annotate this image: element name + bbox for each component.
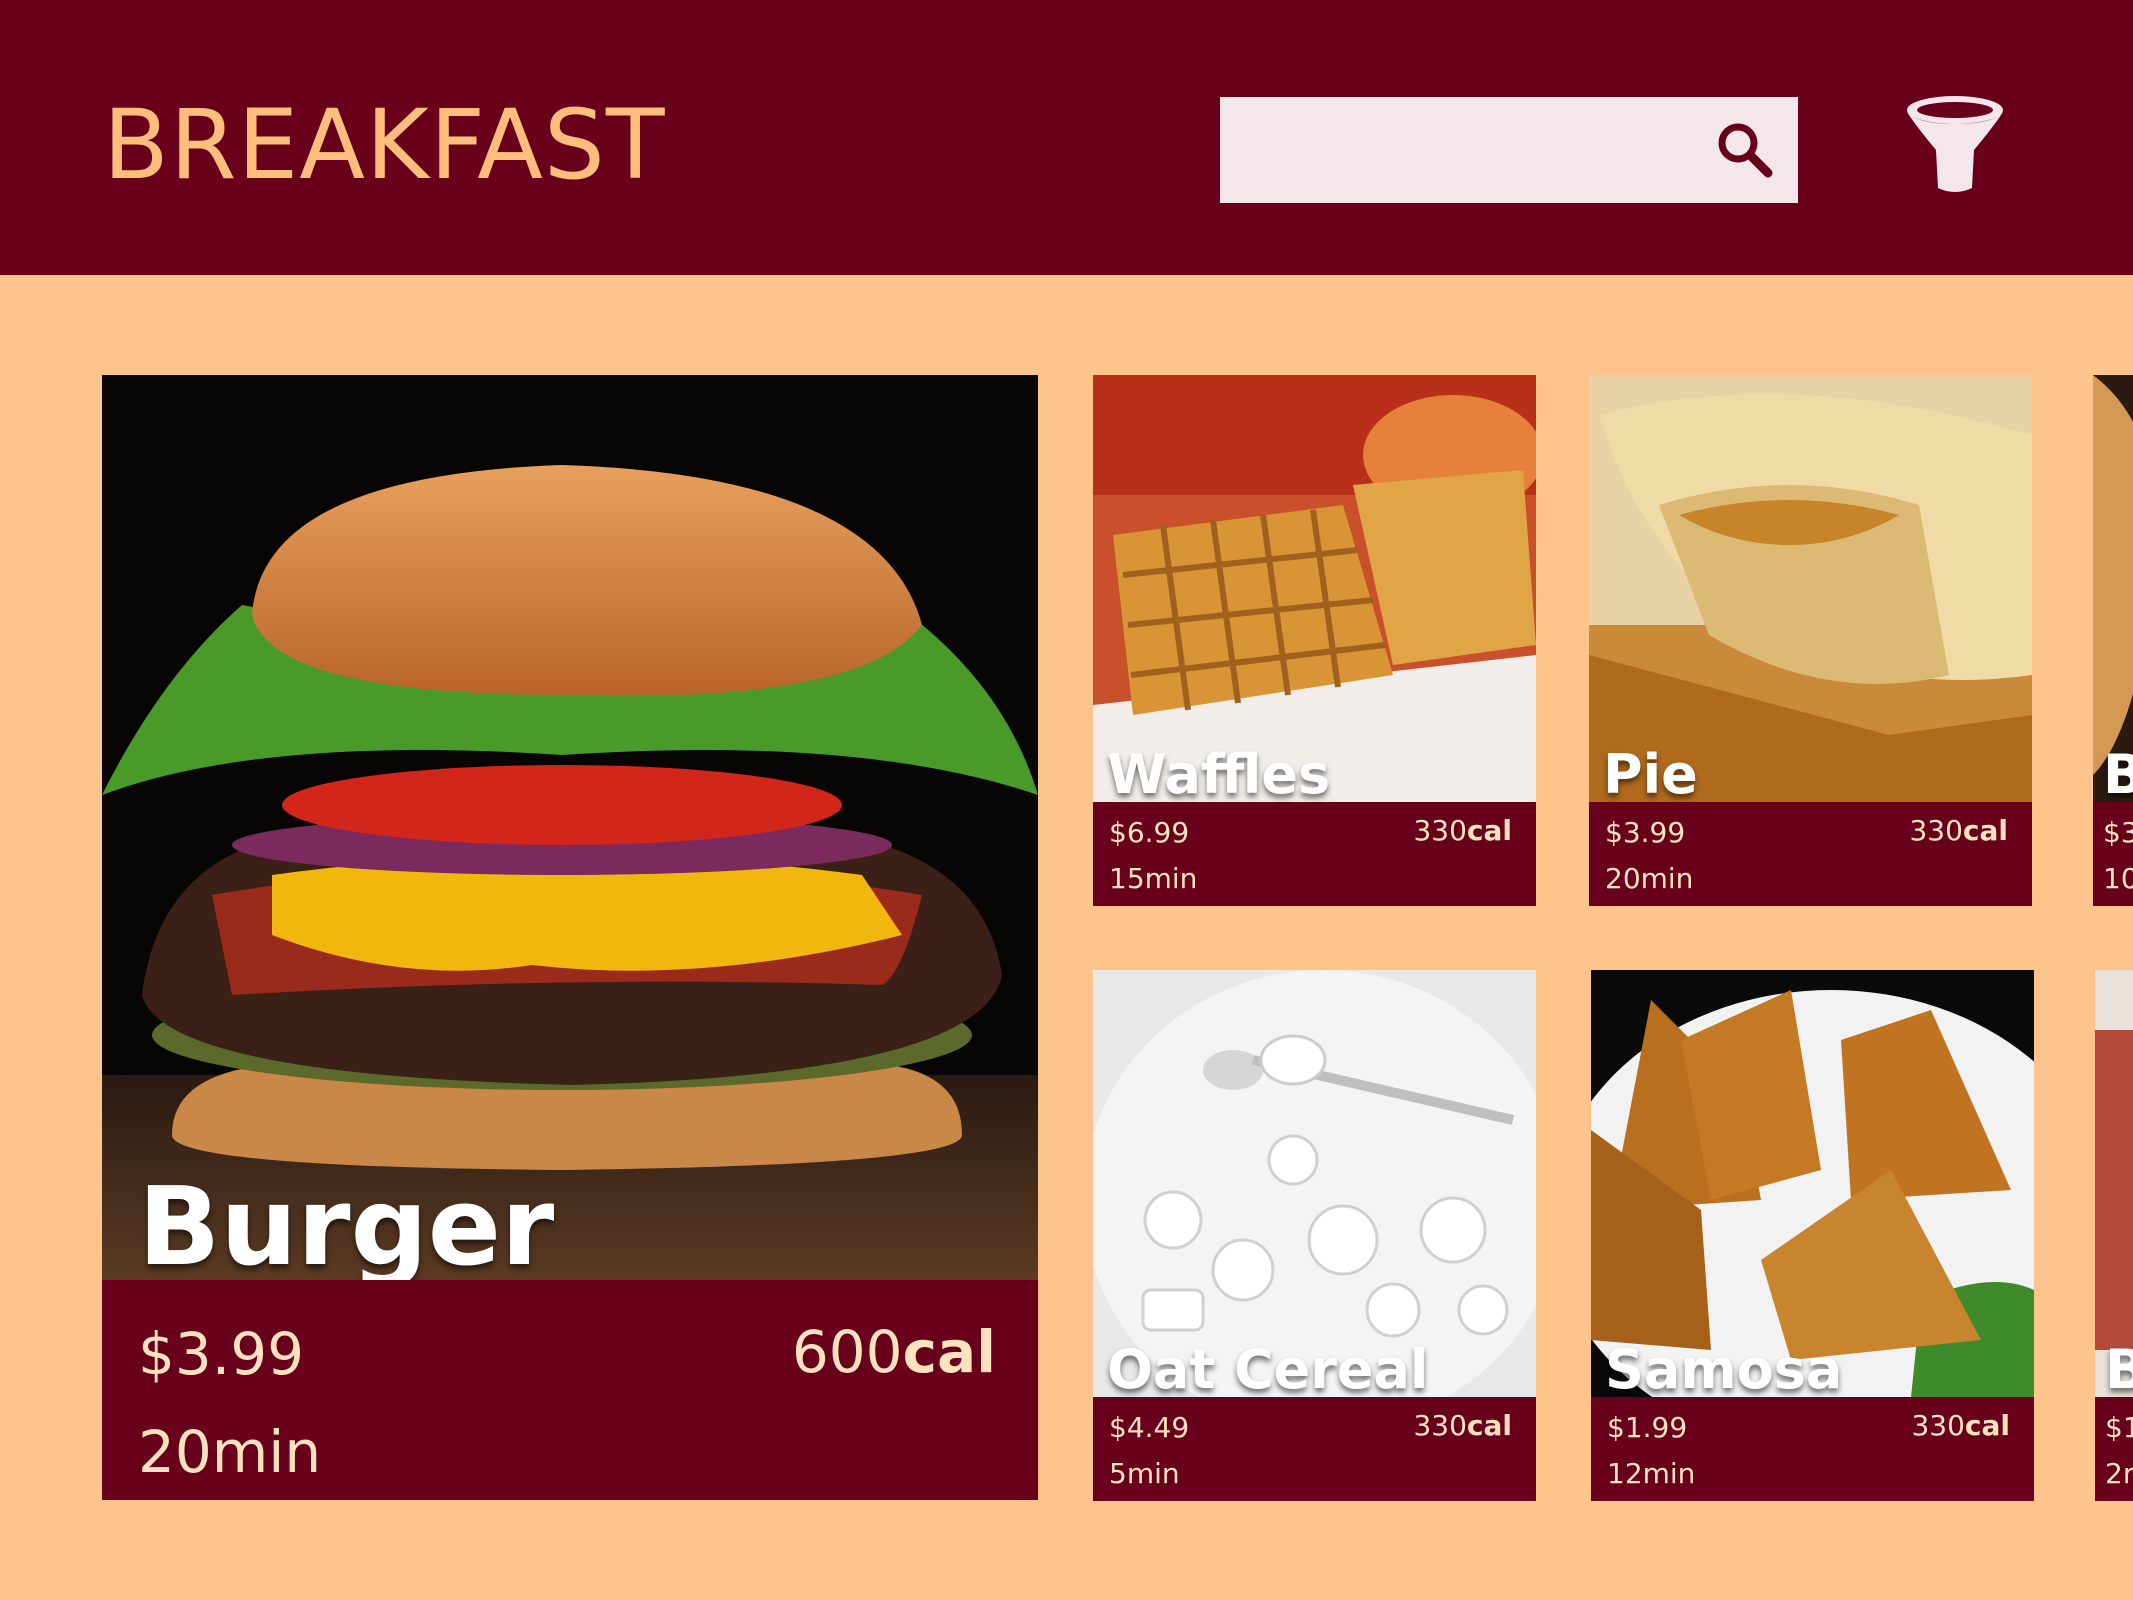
item-info-bar: $6.99 330cal 15min: [1093, 802, 1536, 906]
item-info-bar: $3.99 330cal 20min: [1589, 802, 2032, 906]
calories-value: 330: [1911, 1409, 1965, 1442]
calories-value: 330: [1909, 814, 1963, 847]
menu-item-partial[interactable]: B $1 2r: [2095, 970, 2133, 1501]
item-price: $6.99: [1109, 816, 1190, 849]
item-time: 10: [2103, 862, 2133, 895]
search-icon[interactable]: [1712, 117, 1776, 181]
burger-photo: [102, 375, 1038, 1280]
item-info-bar: $1 2r: [2095, 1397, 2133, 1501]
oat-cereal-photo: [1093, 970, 1536, 1397]
item-name: Waffles: [1107, 743, 1331, 806]
item-name: Burger: [138, 1165, 555, 1290]
calories-unit: cal: [1962, 814, 2008, 847]
menu-item-samosa[interactable]: Samosa $1.99 330cal 12min: [1591, 970, 2034, 1501]
samosa-photo: [1591, 970, 2034, 1397]
item-calories: 330cal: [1413, 1409, 1512, 1442]
item-time: 12min: [1607, 1457, 1696, 1490]
menu-item-pie[interactable]: Pie $3.99 330cal 20min: [1589, 375, 2032, 906]
app-header: BREAKFAST: [0, 0, 2133, 275]
calories-value: 330: [1413, 814, 1467, 847]
menu-item-waffles[interactable]: Waffles $6.99 330cal 15min: [1093, 375, 1536, 906]
search-box[interactable]: [1220, 97, 1798, 203]
item-calories: 330cal: [1413, 814, 1512, 847]
calories-unit: cal: [1466, 1409, 1512, 1442]
calories-value: 600: [791, 1318, 903, 1386]
calories-unit: cal: [1466, 814, 1512, 847]
menu-item-oat-cereal[interactable]: Oat Cereal $4.49 330cal 5min: [1093, 970, 1536, 1501]
item-calories: 600cal: [792, 1318, 996, 1386]
partial-photo: [2095, 970, 2133, 1397]
item-time: 5min: [1109, 1457, 1180, 1490]
calories-unit: cal: [902, 1318, 996, 1386]
item-time: 20min: [1605, 862, 1694, 895]
calories-unit: cal: [1964, 1409, 2010, 1442]
item-calories: 330cal: [1911, 1409, 2010, 1442]
item-name: Pie: [1603, 743, 1698, 806]
item-time: 2r: [2105, 1457, 2133, 1490]
item-name: B: [2105, 1338, 2133, 1401]
item-name: B: [2103, 743, 2133, 806]
item-name: Samosa: [1605, 1338, 1843, 1401]
filter-icon[interactable]: [1902, 92, 2008, 198]
item-calories: 330cal: [1909, 814, 2008, 847]
item-price: $1: [2105, 1411, 2133, 1444]
item-price: $1.99: [1607, 1411, 1688, 1444]
item-time: 15min: [1109, 862, 1198, 895]
partial-photo: [2093, 375, 2133, 802]
item-info-bar: $3.99 600cal 20min: [102, 1280, 1038, 1500]
item-info-bar: $1.99 330cal 12min: [1591, 1397, 2034, 1501]
pie-photo: [1589, 375, 2032, 802]
item-info-bar: $3 10: [2093, 802, 2133, 906]
item-info-bar: $4.49 330cal 5min: [1093, 1397, 1536, 1501]
item-price: $3.99: [138, 1320, 305, 1388]
item-price: $3: [2103, 816, 2133, 849]
menu-item-partial[interactable]: B $3 10: [2093, 375, 2133, 906]
featured-item-burger[interactable]: Burger $3.99 600cal 20min: [102, 375, 1038, 1500]
item-price: $4.49: [1109, 1411, 1190, 1444]
item-price: $3.99: [1605, 816, 1686, 849]
search-input[interactable]: [1240, 119, 1694, 181]
page-title: BREAKFAST: [103, 89, 666, 201]
item-time: 20min: [138, 1418, 322, 1486]
item-name: Oat Cereal: [1107, 1338, 1429, 1401]
calories-value: 330: [1413, 1409, 1467, 1442]
waffles-photo: [1093, 375, 1536, 802]
